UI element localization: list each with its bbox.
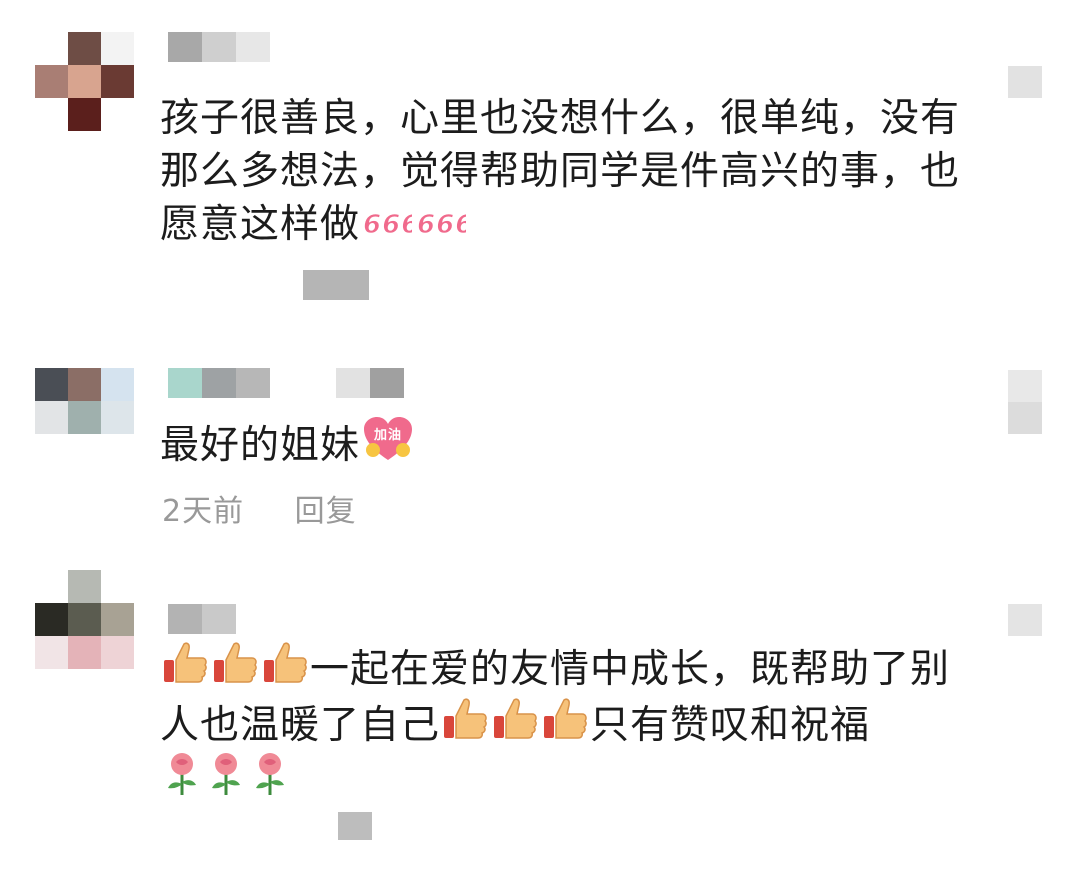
thumbs-up-emoji — [214, 642, 257, 683]
username-redacted[interactable] — [168, 32, 270, 62]
666-emoji: 666 — [417, 210, 467, 241]
thumbs-up-emoji — [264, 642, 307, 683]
comment-text: 一起在爱的友情中成长，既帮助了别人也温暖了自己 只有赞叹和祝福 — [160, 640, 980, 806]
username-redacted[interactable] — [168, 368, 404, 398]
reply-button[interactable]: 回复 — [295, 494, 357, 529]
thumbs-up-emoji — [544, 698, 587, 739]
avatar[interactable] — [35, 570, 134, 669]
avatar[interactable] — [35, 368, 134, 467]
svg-text:加油: 加油 — [373, 427, 402, 443]
svg-text:666: 666 — [363, 210, 412, 240]
rose-emoji — [212, 753, 240, 795]
comment-text: 最好的姐妹 加油 — [160, 416, 980, 472]
thumbs-up-emoji — [494, 698, 537, 739]
rose-emoji — [256, 753, 284, 795]
like-button-redacted[interactable] — [1008, 370, 1042, 434]
meta-redacted — [338, 812, 372, 840]
svg-text:666: 666 — [417, 210, 466, 240]
thumbs-up-emoji — [444, 698, 487, 739]
comment-meta: 2天前 回复 — [162, 486, 397, 530]
comment-text: 孩子很善良，心里也没想什么，很单纯，没有那么多想法，觉得帮助同学是件高兴的事，也… — [160, 96, 961, 247]
666-emoji: 666 — [363, 210, 413, 241]
username-redacted[interactable] — [168, 604, 236, 634]
like-button-redacted[interactable] — [1008, 604, 1042, 636]
thumbs-up-emoji — [164, 642, 207, 683]
timestamp: 2天前 — [162, 494, 245, 529]
rose-emoji — [168, 753, 196, 795]
like-button-redacted[interactable] — [1008, 66, 1042, 98]
meta-redacted — [303, 270, 369, 300]
avatar[interactable] — [35, 32, 134, 131]
jiayou-emoji: 加油 — [364, 417, 413, 460]
